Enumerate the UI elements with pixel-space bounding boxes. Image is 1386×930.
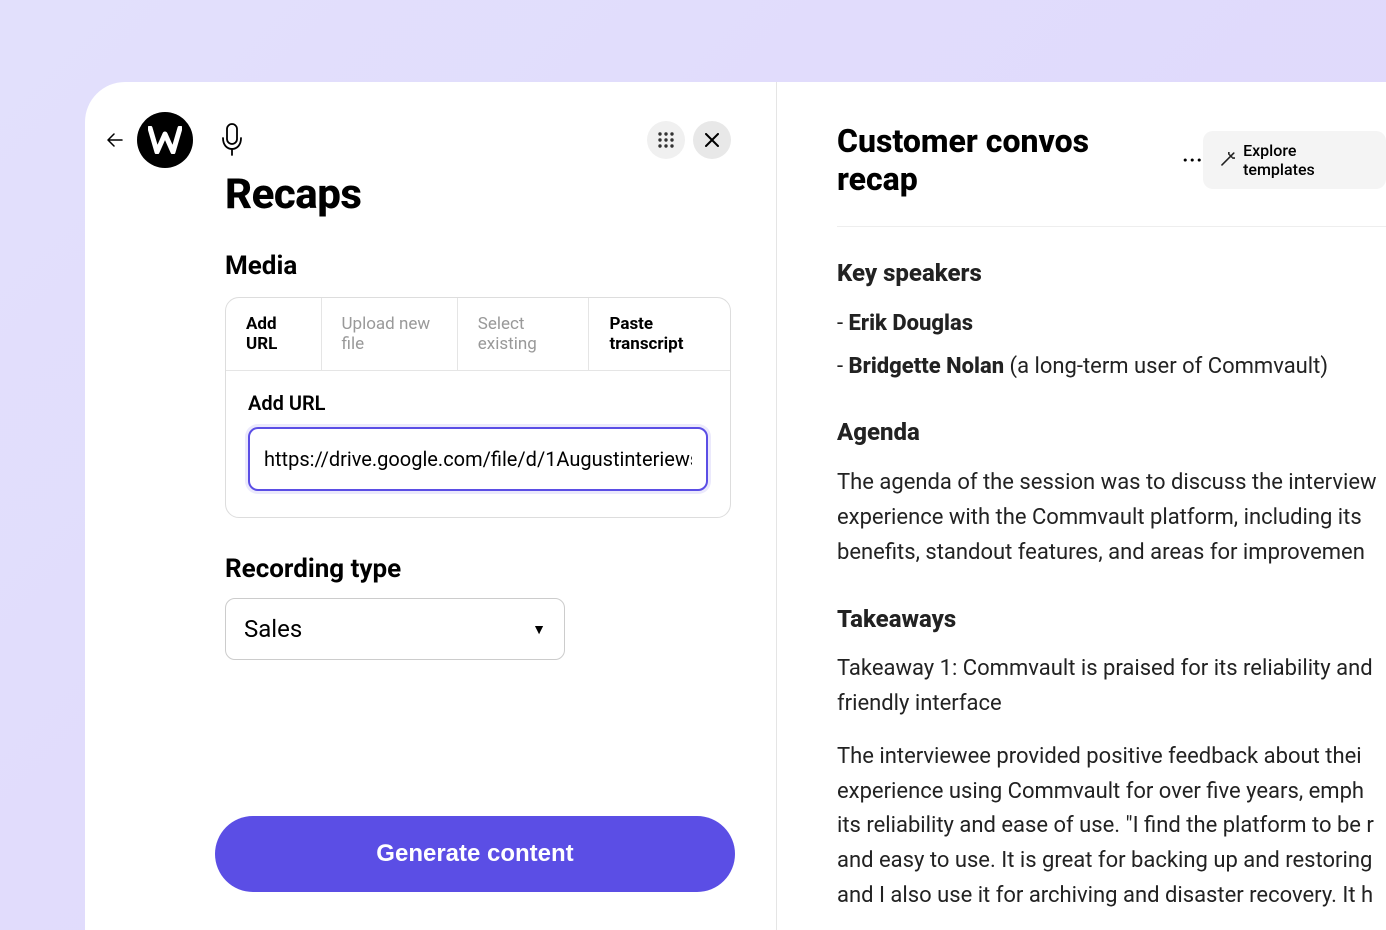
agenda-text: The agenda of the session was to discuss… [837,466,1386,570]
back-arrow-icon [107,133,123,147]
recording-type-label: Recording type [225,554,731,584]
mic-icon [217,120,247,160]
takeaways-heading: Takeaways [837,601,1386,639]
tab-paste-transcript[interactable]: Paste transcript [589,298,730,370]
explore-templates-button[interactable]: Explore templates [1203,131,1386,189]
chevron-down-icon: ▼ [532,621,546,638]
url-input[interactable] [248,427,708,491]
tab-select-existing[interactable]: Select existing [458,298,590,370]
tab-upload-file[interactable]: Upload new file [322,298,458,370]
right-panel: Customer convos recap ··· Explore templa… [777,82,1386,930]
recording-type-select[interactable]: Sales ▼ [225,598,565,660]
close-button[interactable] [693,121,731,159]
generate-content-button[interactable]: Generate content [215,816,735,892]
app-logo [137,112,193,168]
left-panel: Recaps Media Add URL Upload new file Sel… [85,82,777,930]
speaker-item: - Erik Douglas [837,307,1386,342]
apps-grid-button[interactable] [647,121,685,159]
key-speakers-heading: Key speakers [837,255,1386,293]
grid-icon [658,132,674,148]
media-tabs: Add URL Upload new file Select existing … [226,298,730,371]
tab-add-url[interactable]: Add URL [226,298,322,370]
page-title: Recaps [225,170,731,219]
more-options-icon[interactable]: ··· [1182,148,1203,172]
wand-icon [1219,152,1235,168]
document-title: Customer convos recap ··· [837,122,1203,198]
back-button[interactable] [105,130,125,150]
media-box: Add URL Upload new file Select existing … [225,297,731,518]
takeaway-title: Takeaway 1: Commvault is praised for its… [837,652,1386,722]
document-body: Key speakers - Erik Douglas - Bridgette … [837,255,1386,914]
url-input-label: Add URL [248,391,708,415]
close-icon [705,133,719,147]
speaker-item: - Bridgette Nolan (a long-term user of C… [837,350,1386,385]
takeaway-body: The interviewee provided positive feedba… [837,740,1386,914]
agenda-heading: Agenda [837,414,1386,452]
recording-type-value: Sales [244,615,302,643]
logo-icon [148,126,182,154]
media-label: Media [225,251,731,281]
